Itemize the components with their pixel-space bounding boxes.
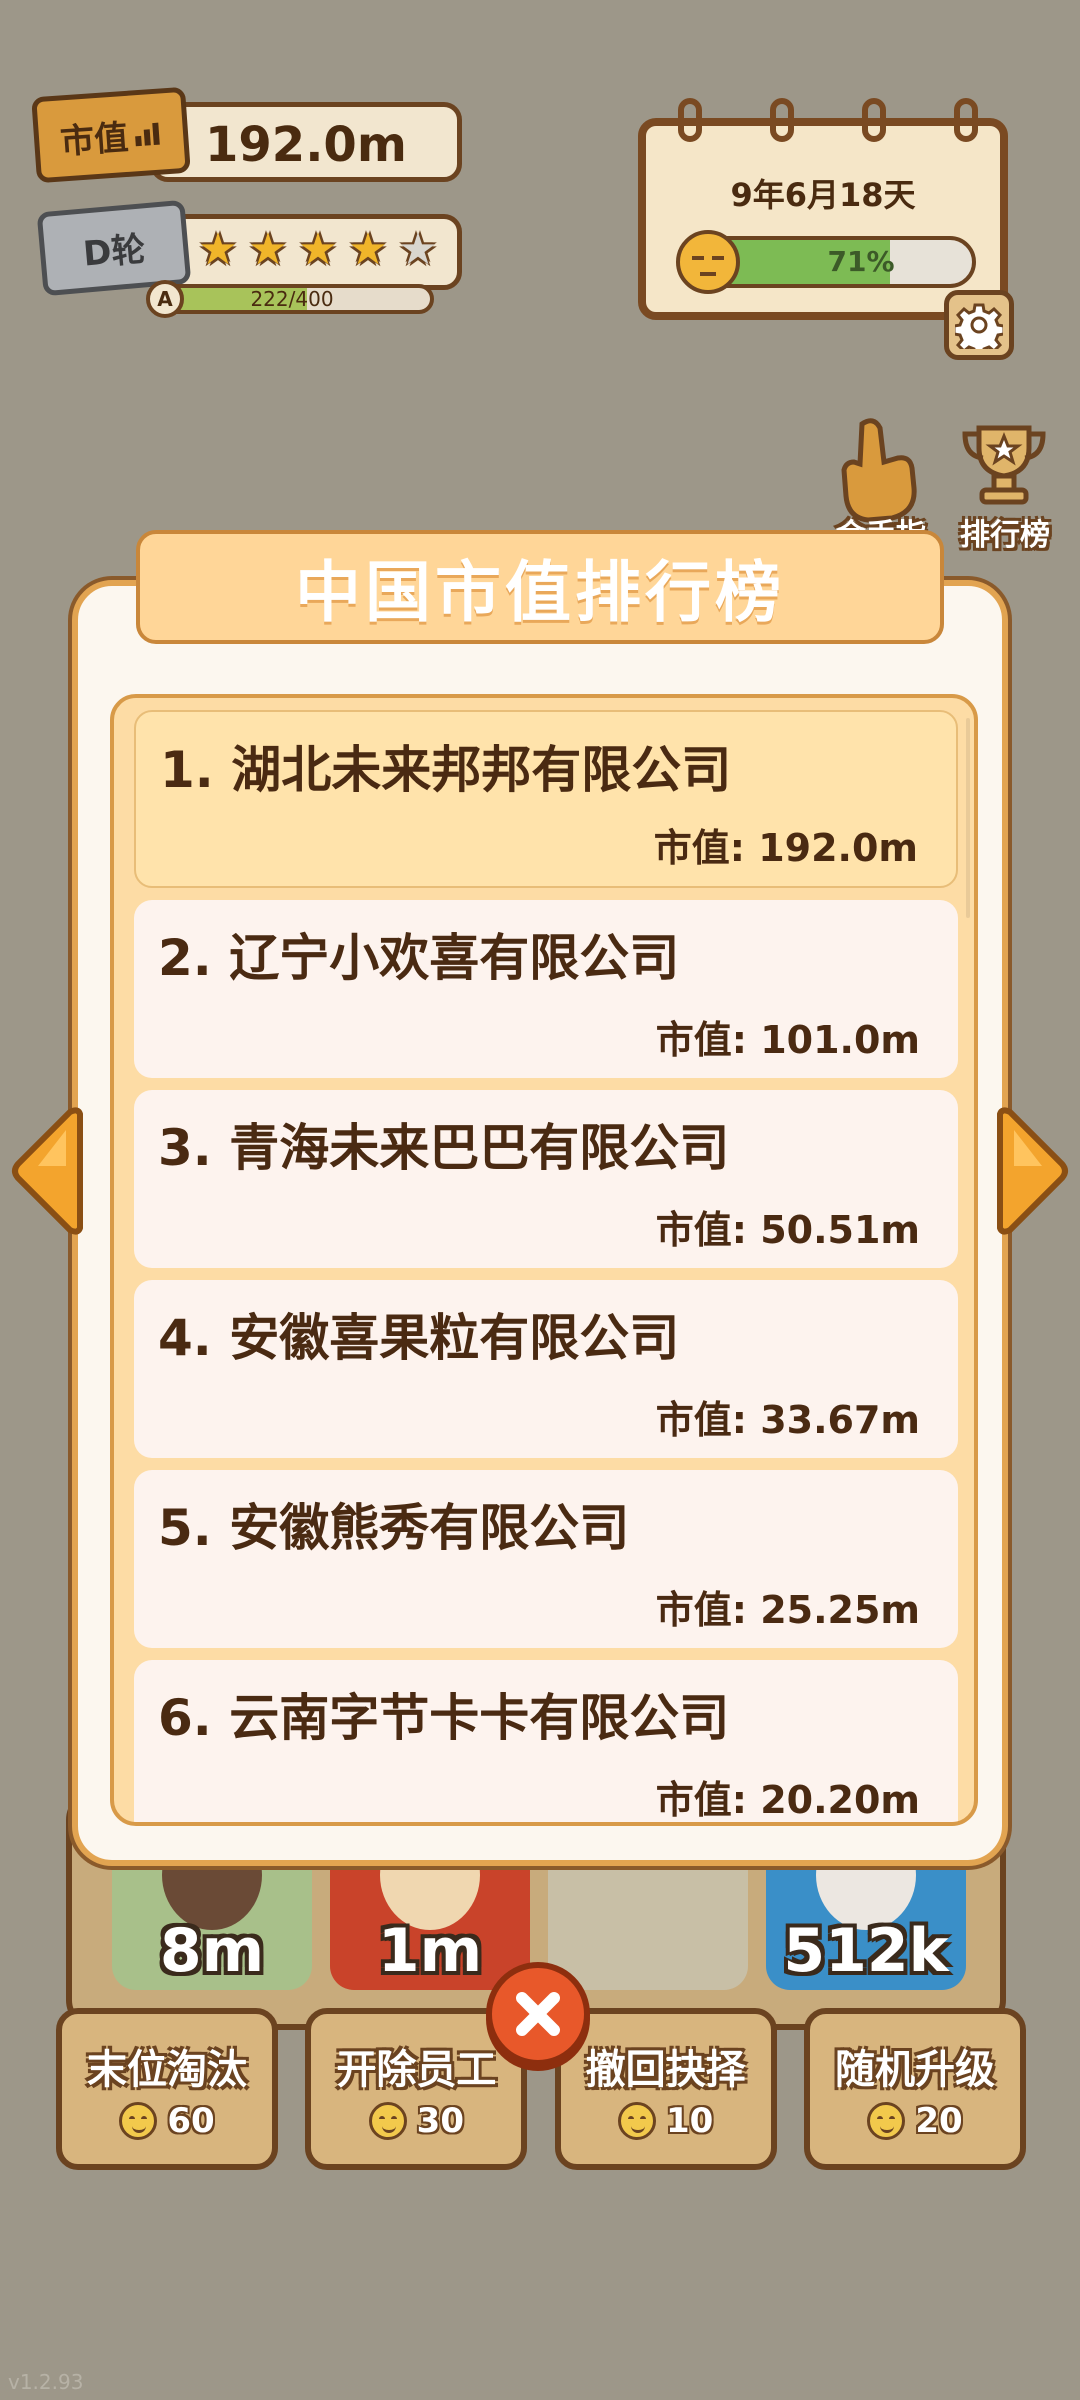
company-name: 2. 辽宁小欢喜有限公司: [158, 929, 680, 987]
action-cost: 20: [915, 2101, 963, 2141]
market-value-label: 市值: [58, 117, 130, 163]
company-value: 市值: 50.51m: [655, 1208, 920, 1252]
company-name: 4. 安徽喜果粒有限公司: [158, 1309, 680, 1367]
tile-value: 8m: [159, 1916, 265, 1986]
company-value: 市值: 20.20m: [655, 1778, 920, 1822]
arrow-right-icon: [997, 1107, 1068, 1235]
ranking-item[interactable]: 1. 湖北未来邦邦有限公司 市值: 192.0m: [134, 710, 958, 888]
eliminate-last-button[interactable]: 末位淘汰 60: [56, 2008, 278, 2170]
arrow-left-icon: [12, 1107, 83, 1235]
action-cost: 10: [665, 2101, 714, 2141]
ring-icon: [770, 98, 794, 142]
next-page-button[interactable]: [992, 1106, 1072, 1236]
star-empty-icon: ★: [398, 224, 438, 275]
progress-bar: 222/400: [150, 284, 434, 314]
ring-icon: [678, 98, 702, 142]
settings-button[interactable]: [944, 290, 1014, 360]
ring-icon: [954, 98, 978, 142]
market-value-text: 192.0m: [205, 117, 407, 173]
company-value: 市值: 25.25m: [655, 1588, 920, 1632]
ranking-modal: 1. 湖北未来邦邦有限公司 市值: 192.0m 2. 辽宁小欢喜有限公司 市值…: [72, 580, 1008, 1866]
ranking-item[interactable]: 4. 安徽喜果粒有限公司 市值: 33.67m: [134, 1280, 958, 1458]
calendar-panel: 9年6月18天 71%: [638, 118, 1008, 320]
round-label: D轮: [81, 228, 148, 275]
star-icon: ★: [348, 224, 388, 275]
trophy-icon: [962, 425, 1046, 505]
smile-icon: [617, 2102, 656, 2140]
calendar-date: 9年6月18天: [730, 176, 916, 214]
ranking-button[interactable]: 排行榜: [954, 418, 1064, 553]
company-name: 5. 安徽熊秀有限公司: [158, 1499, 630, 1557]
action-title: 随机升级: [834, 2047, 995, 2093]
stars-row: ★ ★ ★ ★ ★: [196, 228, 440, 272]
pointing-hand-icon: [841, 418, 917, 523]
action-title: 撤回抉择: [585, 2047, 746, 2093]
version-text: v1.2.93: [8, 2370, 84, 2394]
star-icon: ★: [248, 224, 288, 275]
market-value-panel: 192.0m: [150, 102, 462, 182]
company-name: 3. 青海未来巴巴有限公司: [158, 1119, 730, 1177]
chart-icon: [135, 122, 160, 147]
company-value: 市值: 192.0m: [653, 826, 918, 870]
ring-icon: [862, 98, 886, 142]
smile-icon: [119, 2102, 158, 2140]
tile-value: 1m: [377, 1916, 483, 1986]
golden-finger-button[interactable]: 金手指: [832, 414, 942, 553]
undo-choice-button[interactable]: 撤回抉择 10: [554, 2008, 777, 2170]
action-title: 开除员工: [336, 2047, 497, 2093]
smile-icon: [368, 2102, 407, 2140]
close-button[interactable]: [486, 1962, 590, 2066]
star-icon: ★: [198, 224, 238, 275]
calendar-rings: [678, 98, 978, 142]
action-cost: 30: [416, 2101, 464, 2141]
ranking-item[interactable]: 3. 青海未来巴巴有限公司 市值: 50.51m: [134, 1090, 958, 1268]
progress-text: 222/400: [250, 287, 334, 311]
prev-page-button[interactable]: [8, 1106, 88, 1236]
tile-value: 512k: [783, 1916, 949, 1986]
action-title: 末位淘汰: [87, 2047, 247, 2093]
ranking-item[interactable]: 2. 辽宁小欢喜有限公司 市值: 101.0m: [134, 900, 958, 1078]
mood-percent: 71%: [827, 245, 895, 278]
company-value: 市值: 33.67m: [655, 1398, 920, 1442]
action-cost: 60: [167, 2101, 215, 2141]
company-name: 1. 湖北未来邦邦有限公司: [160, 741, 732, 799]
list-scrollbar[interactable]: [966, 718, 970, 918]
ranking-item[interactable]: 6. 云南字节卡卡有限公司 市值: 20.20m: [134, 1660, 958, 1822]
gear-icon: [955, 303, 1003, 349]
modal-title: 中国市值排行榜: [136, 530, 944, 644]
mood-face-icon: [676, 230, 740, 294]
random-upgrade-button[interactable]: 随机升级 20: [803, 2008, 1026, 2170]
ranking-item[interactable]: 5. 安徽熊秀有限公司 市值: 25.25m: [134, 1470, 958, 1648]
smile-icon: [867, 2102, 906, 2140]
company-name: 6. 云南字节卡卡有限公司: [158, 1689, 730, 1747]
ranking-label: 排行榜: [960, 518, 1050, 553]
company-value: 市值: 101.0m: [655, 1018, 920, 1062]
close-icon: [516, 1992, 560, 2036]
star-icon: ★: [298, 224, 338, 275]
market-value-tag: 市值: [31, 86, 191, 184]
progress-letter-badge: A: [146, 280, 184, 318]
ranking-list: 1. 湖北未来邦邦有限公司 市值: 192.0m 2. 辽宁小欢喜有限公司 市值…: [110, 694, 978, 1826]
